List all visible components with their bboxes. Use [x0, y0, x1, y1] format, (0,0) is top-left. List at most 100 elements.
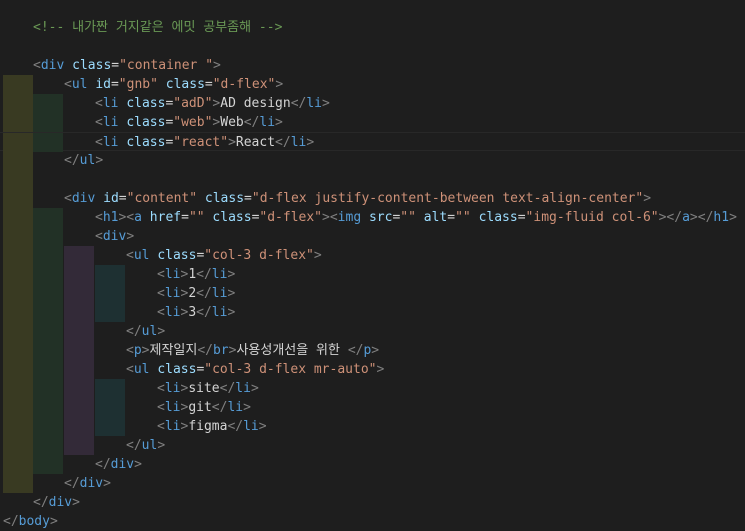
- code-token: "web": [173, 115, 213, 130]
- code-token: site: [188, 381, 220, 396]
- code-token: li: [211, 305, 228, 320]
- code-token: </: [275, 135, 291, 150]
- indent-guide: [64, 284, 94, 303]
- code-line[interactable]: <ul id="gnb" class="d-flex">: [0, 75, 745, 94]
- code-token: src: [368, 210, 393, 225]
- code-token: li: [243, 419, 259, 434]
- code-line[interactable]: <li>figma</li>: [0, 417, 745, 436]
- code-line[interactable]: <ul class="col-3 d-flex">: [0, 246, 745, 265]
- code-line[interactable]: <li>3</li>: [0, 303, 745, 322]
- code-token: li: [227, 400, 244, 415]
- code-text: <h1><a href="" class="d-flex"><img src="…: [95, 208, 737, 227]
- code-line[interactable]: [0, 170, 745, 189]
- code-token: <: [64, 191, 72, 206]
- indent-guide: [3, 341, 33, 360]
- code-token: >: [157, 324, 166, 339]
- code-token: git: [188, 400, 212, 415]
- code-token: div: [40, 58, 65, 73]
- indent-guide: [95, 303, 125, 322]
- code-line[interactable]: <div id="content" class="d-flex justify-…: [0, 189, 745, 208]
- code-text: <p>제작일지</br>사용성개선을 위한 </p>: [126, 341, 379, 360]
- code-token: =: [204, 77, 213, 92]
- code-line[interactable]: <li>2</li>: [0, 284, 745, 303]
- code-line[interactable]: </div>: [0, 474, 745, 493]
- code-line[interactable]: <h1><a href="" class="d-flex"><img src="…: [0, 208, 745, 227]
- code-token: <: [95, 229, 103, 244]
- code-token: <: [95, 96, 103, 111]
- code-token: React: [235, 135, 276, 150]
- code-line[interactable]: </ul>: [0, 151, 745, 170]
- code-token: <: [157, 305, 165, 320]
- indent-guide: [64, 265, 94, 284]
- code-line[interactable]: <li>1</li>: [0, 265, 745, 284]
- code-line[interactable]: </body>: [0, 512, 745, 531]
- code-line[interactable]: <p>제작일지</br>사용성개선을 위한 </p>: [0, 341, 745, 360]
- code-token: li: [164, 381, 181, 396]
- code-line[interactable]: <li>git</li>: [0, 398, 745, 417]
- code-line[interactable]: <li class="adD">AD design</li>: [0, 94, 745, 113]
- code-line[interactable]: <ul class="col-3 d-flex mr-auto">: [0, 360, 745, 379]
- code-token: >: [134, 457, 142, 472]
- indent-guide: [3, 360, 33, 379]
- code-line[interactable]: </div>: [0, 455, 745, 474]
- code-token: </: [197, 343, 213, 358]
- code-editor[interactable]: <!-- 내가짠 거지같은 에밋 공부좀해 --> <div class="con…: [0, 0, 745, 529]
- code-token: id: [95, 77, 111, 92]
- code-line[interactable]: <li class="react">React</li>: [0, 132, 745, 152]
- code-token: "react": [173, 135, 229, 150]
- code-token: =: [244, 191, 252, 206]
- indent-guide: [95, 379, 125, 398]
- code-text: </ul>: [126, 322, 165, 341]
- code-line[interactable]: </ul>: [0, 322, 745, 341]
- code-line[interactable]: </div>: [0, 493, 745, 512]
- code-token: "content": [126, 191, 198, 206]
- indent-guide: [3, 303, 33, 322]
- indent-guide: [3, 455, 33, 474]
- code-token: h1: [102, 210, 119, 225]
- code-token: ></: [689, 210, 714, 225]
- indent-guide: [33, 436, 63, 455]
- code-token: <: [157, 400, 165, 415]
- code-token: li: [235, 381, 251, 396]
- code-token: li: [290, 135, 307, 150]
- code-token: figma: [188, 419, 228, 434]
- indent-guide: [64, 246, 94, 265]
- code-text: </div>: [33, 493, 80, 512]
- code-token: </: [64, 153, 80, 168]
- indent-guide: [64, 379, 94, 398]
- code-text: <li class="adD">AD design</li>: [95, 94, 330, 113]
- code-token: =: [118, 191, 127, 206]
- code-token: >: [49, 514, 58, 529]
- code-line[interactable]: <div class="container ">: [0, 56, 745, 75]
- code-line[interactable]: <div>: [0, 227, 745, 246]
- code-line[interactable]: <!-- 내가짠 거지같은 에밋 공부좀해 -->: [0, 18, 745, 37]
- code-line[interactable]: [0, 37, 745, 56]
- code-token: li: [164, 305, 181, 320]
- code-token: li: [102, 115, 119, 130]
- code-line[interactable]: <li>site</li>: [0, 379, 745, 398]
- indent-guide: [64, 398, 94, 417]
- code-token: ul: [79, 153, 96, 168]
- code-line[interactable]: </ul>: [0, 436, 745, 455]
- indent-guide: [95, 398, 125, 417]
- code-text: <ul id="gnb" class="d-flex">: [64, 75, 283, 94]
- indent-guide: [33, 360, 63, 379]
- code-token: =: [111, 58, 120, 73]
- code-token: </: [126, 324, 142, 339]
- code-token: </: [243, 115, 260, 130]
- code-token: "": [188, 210, 205, 225]
- indent-guide: [95, 265, 125, 284]
- code-line[interactable]: <li class="web">Web</li>: [0, 113, 745, 132]
- code-token: "": [400, 210, 416, 225]
- indent-guide: [3, 284, 33, 303]
- indent-guide: [33, 322, 63, 341]
- code-token: br: [212, 343, 229, 358]
- code-token: <: [64, 77, 72, 92]
- code-token: >: [126, 229, 135, 244]
- code-token: img: [337, 210, 362, 225]
- code-text: <li>figma</li>: [157, 417, 267, 436]
- code-token: href: [149, 210, 182, 225]
- code-token: li: [211, 286, 228, 301]
- indent-guide: [3, 170, 33, 189]
